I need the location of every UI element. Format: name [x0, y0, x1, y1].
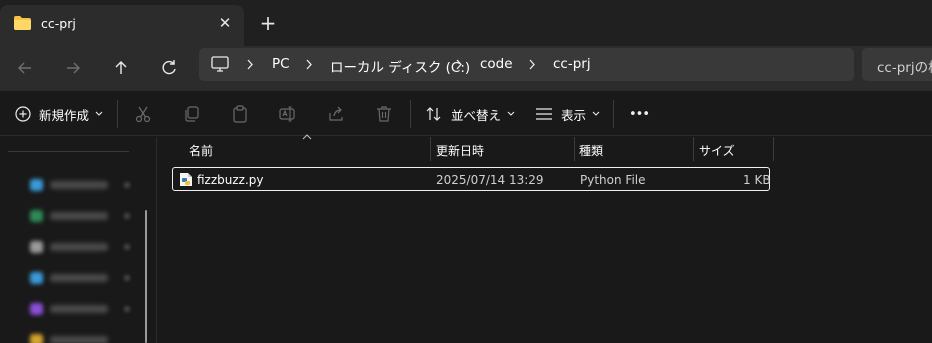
view-button[interactable]: 表示: [535, 91, 600, 137]
share-button[interactable]: [327, 91, 345, 137]
column-name-label: 名前: [189, 144, 214, 158]
list-view-icon: [536, 108, 552, 120]
sort-arrows-icon: [426, 107, 441, 121]
navigation-bar: PC ローカル ディスク (C:) code cc-prj cc-prjの検: [0, 46, 932, 90]
scissors-icon: [135, 106, 151, 123]
nav-item[interactable]: [30, 208, 135, 224]
clipboard-icon: [233, 105, 247, 123]
view-button-label: 表示: [561, 107, 587, 123]
pin-icon: [124, 182, 130, 188]
rename-icon: [279, 106, 295, 122]
address-bar[interactable]: PC ローカル ディスク (C:) code cc-prj: [199, 48, 854, 81]
chevron-right-icon[interactable]: [246, 59, 254, 70]
cut-button[interactable]: [134, 91, 152, 137]
trash-icon: [377, 106, 391, 122]
search-placeholder: cc-prjの検: [877, 60, 932, 76]
more-icon: •••: [629, 106, 650, 122]
column-modified-label: 更新日時: [436, 144, 485, 158]
refresh-icon[interactable]: [156, 55, 182, 81]
pin-icon: [124, 213, 130, 219]
column-header-size[interactable]: サイズ: [694, 137, 773, 161]
chevron-down-icon: [592, 111, 600, 116]
back-arrow-icon[interactable]: [12, 55, 38, 81]
navigation-pane: [0, 137, 157, 343]
breadcrumb-code[interactable]: code: [480, 56, 513, 72]
pin-icon: [124, 244, 130, 250]
download-icon: [30, 210, 43, 222]
nav-item[interactable]: [30, 239, 135, 255]
folder-icon: [30, 334, 43, 343]
python-file-icon: [180, 173, 192, 186]
divider: [8, 151, 129, 152]
nav-item[interactable]: [30, 177, 135, 193]
new-button[interactable]: 新規作成: [15, 91, 103, 137]
new-tab-button[interactable]: +: [258, 13, 278, 33]
divider: [117, 100, 118, 128]
forward-arrow-icon[interactable]: [60, 55, 86, 81]
pin-icon: [124, 306, 130, 312]
desktop-icon: [30, 179, 43, 191]
nav-item[interactable]: [30, 301, 135, 317]
file-size: 1 KB: [743, 173, 771, 187]
pin-icon: [124, 275, 130, 281]
file-row[interactable]: fizzbuzz.py 2025/07/14 13:29 Python File…: [172, 167, 771, 191]
copy-icon: [185, 106, 199, 122]
file-list: 名前 更新日時 種類 サイズ fizzbuzz.py 2025/07/14 13…: [158, 134, 932, 343]
file-name: fizzbuzz.py: [197, 173, 264, 187]
breadcrumb-cc-prj[interactable]: cc-prj: [553, 56, 591, 72]
document-icon: [30, 241, 43, 253]
computer-icon: [211, 56, 229, 72]
column-type-label: 種類: [579, 144, 604, 158]
search-box[interactable]: cc-prjの検: [862, 48, 932, 81]
scrollbar[interactable]: [145, 210, 147, 343]
plus-circle-icon: [15, 106, 31, 122]
divider: [613, 100, 614, 128]
copy-button[interactable]: [183, 91, 201, 137]
close-icon[interactable]: ✕: [216, 14, 234, 32]
column-header-modified[interactable]: 更新日時: [431, 137, 574, 161]
nav-item[interactable]: [30, 332, 135, 343]
up-arrow-icon[interactable]: [108, 55, 134, 81]
command-bar: 新規作成 並べ替え 表示 •••: [0, 90, 932, 136]
music-icon: [30, 303, 43, 315]
breadcrumb-local-disk[interactable]: ローカル ディスク (C:): [330, 56, 470, 76]
divider: [410, 100, 411, 128]
tab-title: cc-prj: [41, 16, 76, 31]
tab-cc-prj[interactable]: cc-prj ✕: [0, 5, 244, 46]
nav-item[interactable]: [30, 270, 135, 286]
column-divider[interactable]: [773, 137, 774, 161]
delete-button[interactable]: [375, 91, 393, 137]
new-button-label: 新規作成: [39, 107, 90, 123]
pictures-icon: [30, 272, 43, 284]
more-options-button[interactable]: •••: [629, 91, 650, 137]
sort-button-label: 並べ替え: [451, 107, 502, 123]
chevron-down-icon: [507, 111, 515, 116]
file-modified: 2025/07/14 13:29: [436, 173, 544, 187]
file-type: Python File: [580, 173, 646, 187]
column-header-name[interactable]: 名前: [158, 137, 430, 161]
folder-icon: [14, 16, 31, 30]
sort-button[interactable]: 並べ替え: [425, 91, 515, 137]
chevron-right-icon[interactable]: [528, 59, 536, 70]
column-header-type[interactable]: 種類: [575, 137, 693, 161]
tab-strip: cc-prj ✕ +: [0, 0, 932, 46]
breadcrumb-pc[interactable]: PC: [272, 56, 290, 72]
share-icon: [329, 106, 343, 121]
rename-button[interactable]: [279, 91, 297, 137]
chevron-right-icon[interactable]: [305, 59, 313, 70]
chevron-right-icon[interactable]: [455, 59, 463, 70]
paste-button[interactable]: [231, 91, 249, 137]
chevron-down-icon: [95, 111, 103, 116]
column-size-label: サイズ: [699, 144, 735, 158]
